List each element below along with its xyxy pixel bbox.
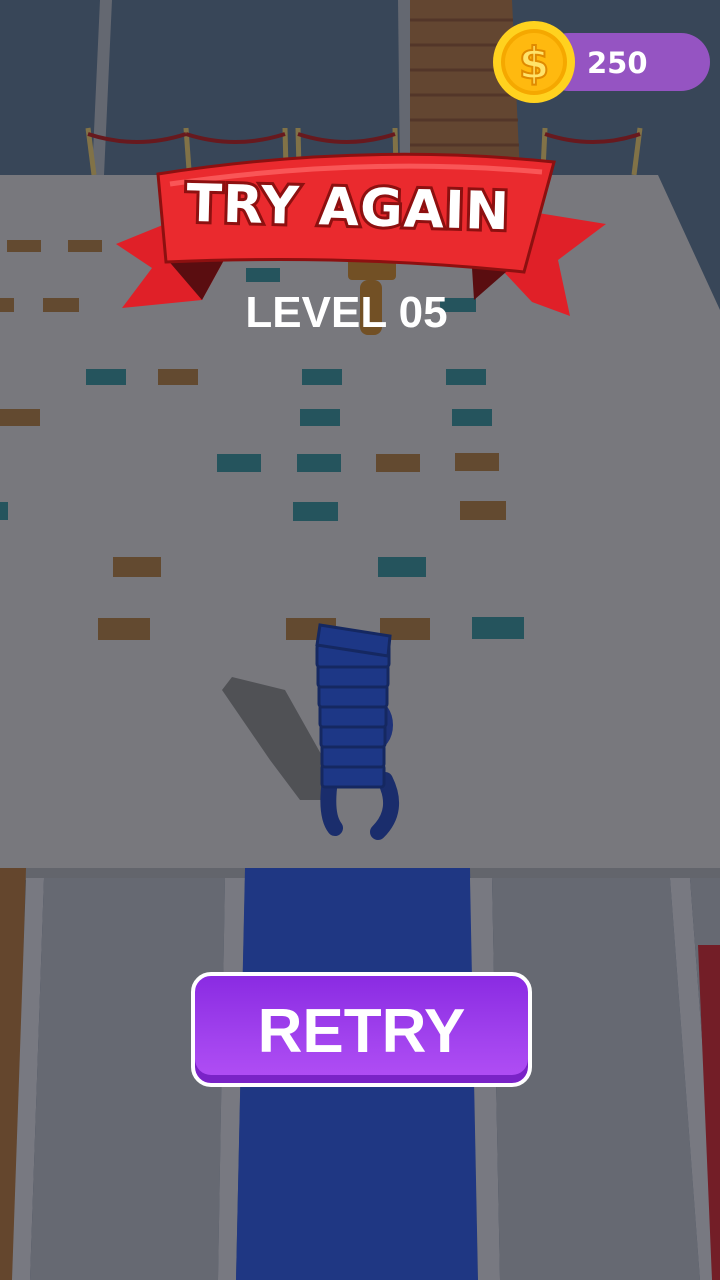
dollar-coin-icon: $ <box>493 21 575 103</box>
try-again-title: TRY AGAIN <box>183 171 514 245</box>
retry-button[interactable]: RETRY <box>191 972 532 1087</box>
coin-counter: 250 $ <box>492 20 712 106</box>
svg-text:$: $ <box>519 38 550 89</box>
coin-count: 250 <box>587 46 648 80</box>
retry-button-label: RETRY <box>257 997 466 1066</box>
level-label: LEVEL 05 <box>245 288 448 337</box>
